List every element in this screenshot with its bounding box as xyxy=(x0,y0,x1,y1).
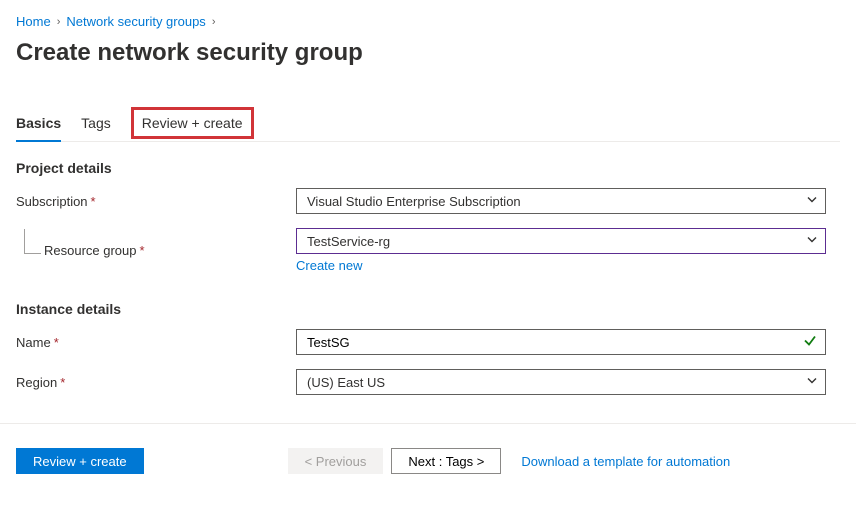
chevron-right-icon: › xyxy=(212,16,216,28)
tab-basics[interactable]: Basics xyxy=(16,107,61,141)
footer: Review + create < Previous Next : Tags >… xyxy=(16,424,840,474)
chevron-right-icon: › xyxy=(57,16,61,28)
label-resource-group: Resource group* xyxy=(16,243,296,258)
section-project-details: Project details xyxy=(16,160,840,176)
next-button[interactable]: Next : Tags > xyxy=(391,448,501,474)
label-subscription: Subscription* xyxy=(16,194,296,209)
check-icon xyxy=(802,333,818,352)
tabs: Basics Tags Review + create xyxy=(16,107,840,142)
page-title: Create network security group xyxy=(16,39,840,67)
previous-button: < Previous xyxy=(288,448,384,474)
dropdown-resource-group-value: TestService-rg xyxy=(307,234,390,249)
row-name: Name* xyxy=(16,329,840,355)
download-template-link[interactable]: Download a template for automation xyxy=(521,454,730,469)
breadcrumb: Home › Network security groups › xyxy=(16,14,840,29)
dropdown-subscription[interactable]: Visual Studio Enterprise Subscription xyxy=(296,188,826,214)
label-region: Region* xyxy=(16,375,296,390)
link-create-new-rg[interactable]: Create new xyxy=(296,258,362,273)
review-create-button[interactable]: Review + create xyxy=(16,448,144,474)
row-region: Region* (US) East US xyxy=(16,369,840,395)
dropdown-region-value: (US) East US xyxy=(307,375,385,390)
tab-review-create[interactable]: Review + create xyxy=(131,107,254,139)
tab-tags[interactable]: Tags xyxy=(81,107,111,141)
dropdown-resource-group[interactable]: TestService-rg xyxy=(296,228,826,254)
dropdown-region[interactable]: (US) East US xyxy=(296,369,826,395)
row-resource-group: Resource group* TestService-rg Create ne… xyxy=(16,228,840,273)
input-name[interactable] xyxy=(296,329,826,355)
dropdown-subscription-value: Visual Studio Enterprise Subscription xyxy=(307,194,521,209)
required-indicator: * xyxy=(60,375,65,390)
row-subscription: Subscription* Visual Studio Enterprise S… xyxy=(16,188,840,214)
label-name: Name* xyxy=(16,335,296,350)
breadcrumb-home[interactable]: Home xyxy=(16,14,51,29)
required-indicator: * xyxy=(91,194,96,209)
section-instance-details: Instance details xyxy=(16,301,840,317)
required-indicator: * xyxy=(54,335,59,350)
breadcrumb-nsg[interactable]: Network security groups xyxy=(66,14,205,29)
required-indicator: * xyxy=(140,243,145,258)
